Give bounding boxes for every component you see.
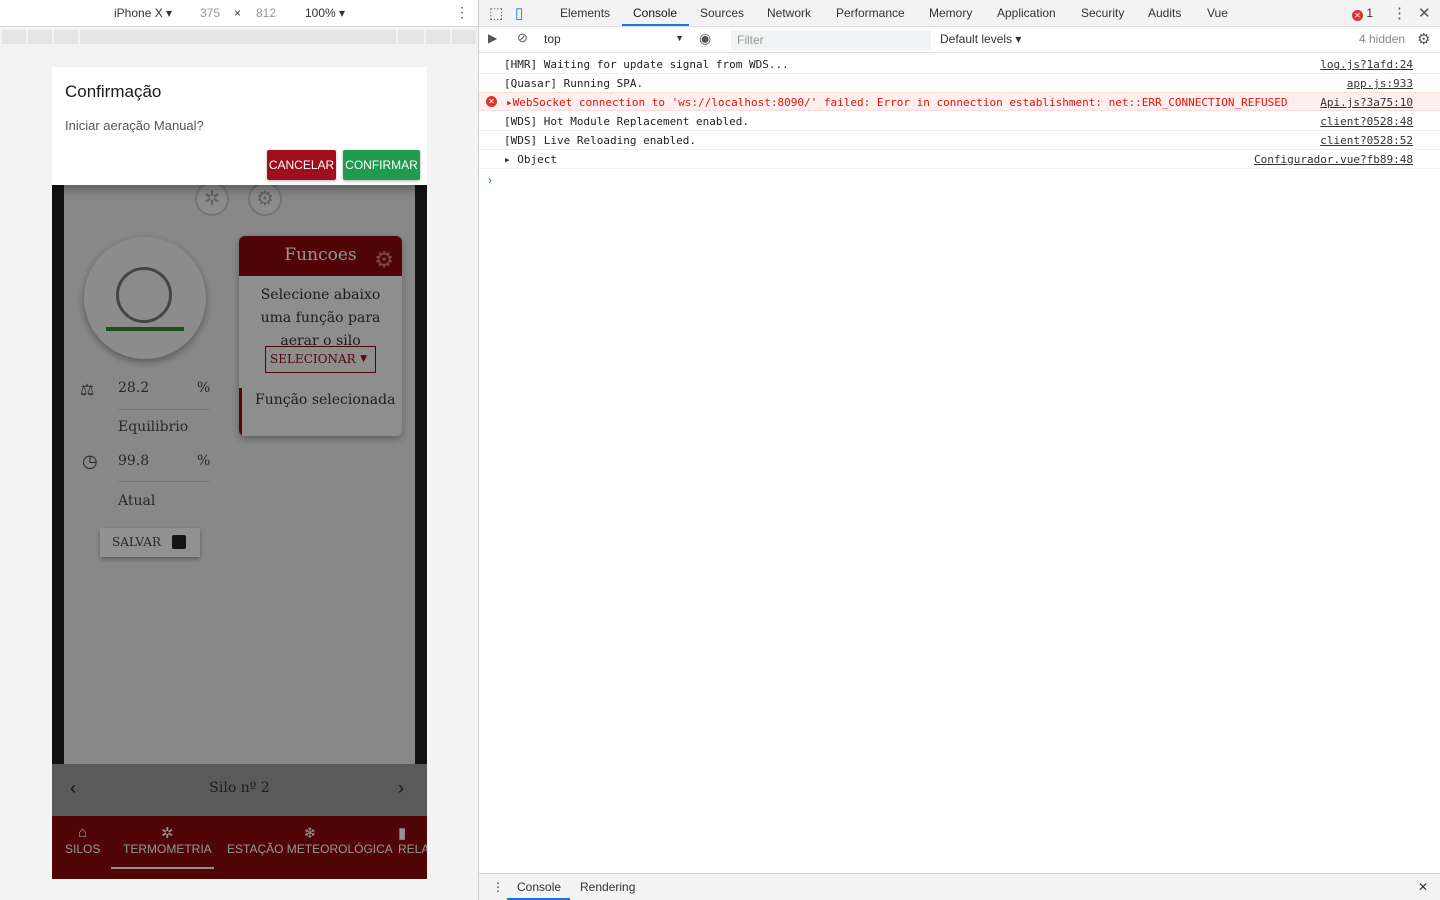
- zoom-select[interactable]: 100% ▾: [305, 6, 345, 20]
- confirm-button[interactable]: CONFIRMAR: [343, 150, 420, 180]
- tab-application[interactable]: Application: [997, 6, 1056, 20]
- log-text: [HMR] Waiting for update signal from WDS…: [504, 58, 789, 71]
- drawer-tab-bar: ⋮ Console Rendering ✕: [479, 873, 1440, 900]
- confirmation-dialog: Confirmação Iniciar aeração Manual? CANC…: [52, 67, 427, 185]
- tab-performance[interactable]: Performance: [836, 6, 905, 20]
- tab-sources[interactable]: Sources: [700, 6, 744, 20]
- close-icon[interactable]: ✕: [1418, 4, 1431, 22]
- more-options-icon[interactable]: ⋮: [455, 4, 469, 21]
- hidden-count: 4 hidden: [1359, 32, 1406, 46]
- log-text: ▸ Object: [504, 153, 557, 166]
- context-value: top: [544, 32, 561, 46]
- zoom-value: 100%: [305, 6, 336, 20]
- device-toolbar-icon[interactable]: ▯: [515, 4, 523, 22]
- source-link[interactable]: app.js:933: [1347, 77, 1413, 90]
- source-link[interactable]: client?0528:52: [1320, 134, 1413, 147]
- error-icon: ✕: [486, 96, 497, 107]
- source-link[interactable]: log.js?1afd:24: [1320, 58, 1413, 71]
- width-field[interactable]: 375: [200, 6, 220, 20]
- drawer-tab-rendering[interactable]: Rendering: [580, 880, 635, 894]
- close-icon[interactable]: ✕: [1418, 880, 1428, 894]
- active-tab-indicator: [622, 24, 689, 26]
- device-toolbar: iPhone X ▾ 375 × 812 100% ▾ ⋮: [0, 0, 478, 27]
- console-toolbar: ▶ ⊘ top ▼ ◉ Filter Default levels ▾ 4 hi…: [479, 27, 1440, 53]
- drawer-tab-console[interactable]: Console: [517, 880, 561, 894]
- media-query-ruler: [2, 30, 476, 44]
- console-message: [WDS] Live Reloading enabled. client?052…: [479, 131, 1440, 150]
- tab-network[interactable]: Network: [767, 6, 811, 20]
- source-link[interactable]: Configurador.vue?fb89:48: [1254, 153, 1413, 166]
- console-prompt-icon[interactable]: ›: [488, 173, 492, 187]
- inspect-element-icon[interactable]: ⬚: [489, 4, 503, 22]
- dialog-message: Iniciar aeração Manual?: [65, 118, 204, 133]
- source-link[interactable]: Api.js?3a75:10: [1320, 96, 1413, 109]
- console-error-message[interactable]: ✕ ▸WebSocket connection to 'ws://localho…: [479, 92, 1440, 111]
- error-count: 1: [1366, 6, 1374, 20]
- console-message: [Quasar] Running SPA. app.js:933: [479, 74, 1440, 93]
- tab-console[interactable]: Console: [633, 6, 677, 20]
- clear-console-icon[interactable]: ⊘: [517, 30, 528, 46]
- log-text: [Quasar] Running SPA.: [504, 77, 644, 90]
- device-emulation-pane: iPhone X ▾ 375 × 812 100% ▾ ⋮ ✲ ⚙ ⚖ 28.2…: [0, 0, 478, 900]
- error-icon: ✕: [1352, 10, 1363, 21]
- modal-overlay[interactable]: [52, 67, 427, 879]
- tab-elements[interactable]: Elements: [560, 6, 610, 20]
- error-count-badge[interactable]: ✕ 1: [1352, 6, 1373, 21]
- log-text: [WDS] Hot Module Replacement enabled.: [504, 115, 750, 128]
- device-select[interactable]: iPhone X ▾: [114, 6, 172, 20]
- dialog-title: Confirmação: [65, 82, 162, 101]
- sidebar-toggle-icon[interactable]: ▶: [488, 31, 497, 45]
- log-levels-select[interactable]: Default levels ▾: [940, 32, 1021, 46]
- more-options-icon[interactable]: ⋮: [1392, 4, 1407, 22]
- console-message: [HMR] Waiting for update signal from WDS…: [479, 55, 1440, 74]
- device-name: iPhone X: [114, 6, 163, 20]
- tab-memory[interactable]: Memory: [929, 6, 972, 20]
- devtools-tab-bar: ⬚ ▯ Elements Console Sources Network Per…: [479, 0, 1440, 27]
- source-link[interactable]: client?0528:48: [1320, 115, 1413, 128]
- tab-security[interactable]: Security: [1081, 6, 1124, 20]
- console-object-message[interactable]: ▸ Object Configurador.vue?fb89:48: [479, 150, 1440, 169]
- filter-input[interactable]: Filter: [731, 30, 931, 50]
- devtools-panel: ⬚ ▯ Elements Console Sources Network Per…: [478, 0, 1440, 900]
- cancel-button[interactable]: CANCELAR: [267, 150, 336, 180]
- times-sign: ×: [234, 6, 242, 20]
- drawer-menu-icon[interactable]: ⋮: [492, 880, 504, 894]
- tab-audits[interactable]: Audits: [1148, 6, 1181, 20]
- tab-vue[interactable]: Vue: [1207, 6, 1228, 20]
- console-message: [WDS] Hot Module Replacement enabled. cl…: [479, 112, 1440, 131]
- log-text: [WDS] Live Reloading enabled.: [504, 134, 697, 147]
- settings-gear-icon[interactable]: ⚙: [1417, 30, 1430, 48]
- log-text: ▸WebSocket connection to 'ws://localhost…: [506, 96, 1288, 109]
- eye-icon[interactable]: ◉: [699, 30, 711, 47]
- phone-viewport: ✲ ⚙ ⚖ 28.2 % Equilibrio ◷ 99.8 % Atual S…: [52, 67, 427, 879]
- caret-down-icon: ▼: [675, 33, 684, 43]
- height-field[interactable]: 812: [256, 6, 276, 20]
- context-select[interactable]: top ▼: [544, 32, 684, 46]
